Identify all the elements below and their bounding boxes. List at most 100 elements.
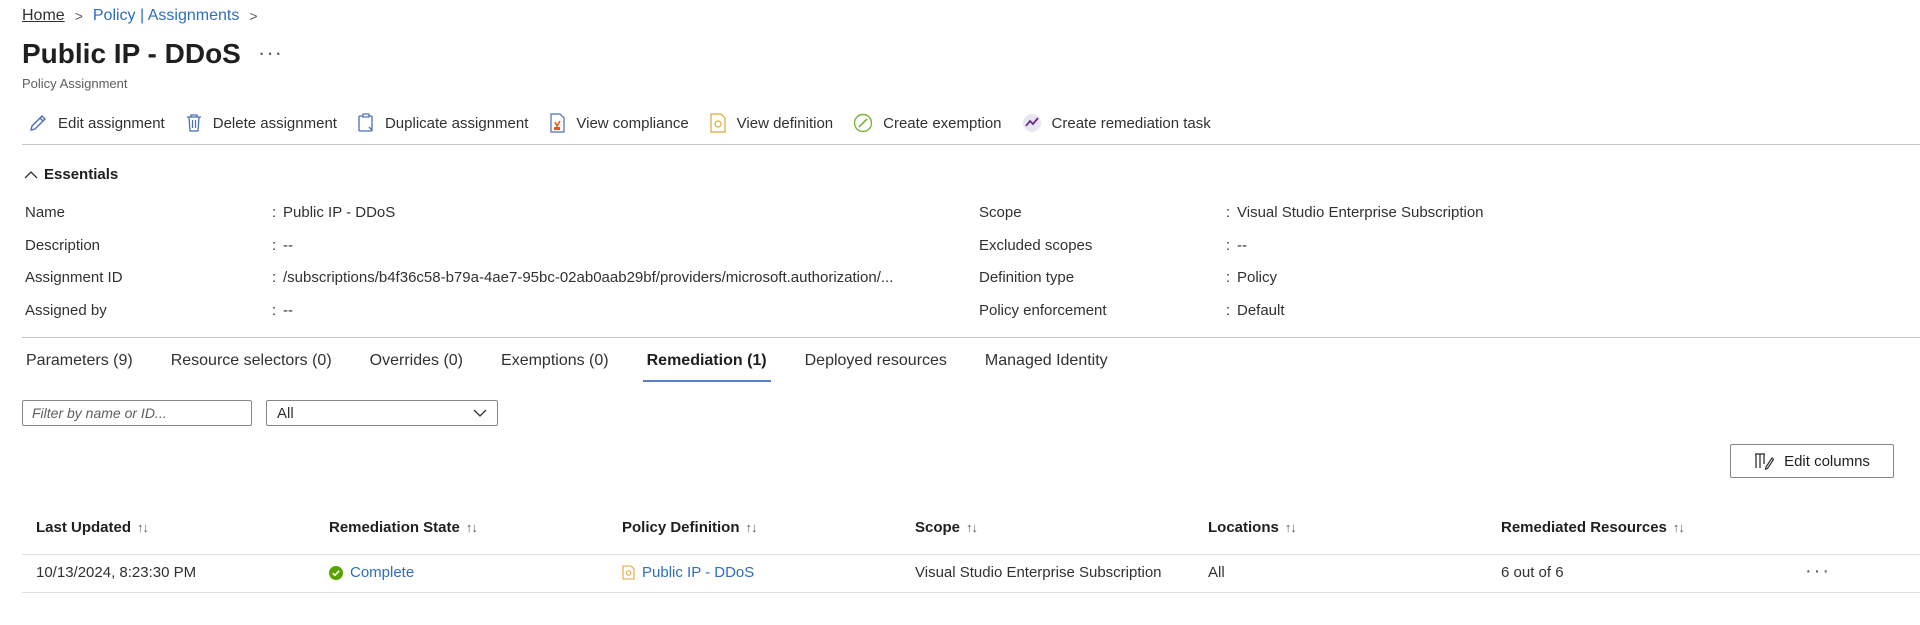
toolbar-divider bbox=[22, 144, 1920, 145]
essentials-colon: : bbox=[272, 237, 277, 254]
essentials-value-assignment-id: /subscriptions/b4f36c58-b79a-4ae7-95bc-0… bbox=[283, 269, 894, 286]
essentials-colon: : bbox=[1226, 269, 1231, 286]
tab-exemptions[interactable]: Exemptions (0) bbox=[501, 352, 609, 382]
create-remediation-task-button[interactable]: Create remediation task bbox=[1022, 113, 1211, 133]
view-compliance-button[interactable]: View compliance bbox=[548, 113, 689, 133]
essentials-divider bbox=[22, 337, 1920, 338]
essentials-colon: : bbox=[1226, 302, 1231, 319]
edit-columns-label: Edit columns bbox=[1784, 452, 1870, 470]
create-exemption-label: Create exemption bbox=[883, 114, 1002, 132]
essentials-title: Essentials bbox=[44, 166, 119, 183]
column-header-locations[interactable]: Locations ↑↓ bbox=[1208, 519, 1297, 536]
column-header-label: Last Updated bbox=[36, 519, 132, 536]
cell-locations: All bbox=[1208, 564, 1225, 581]
sort-icon: ↑↓ bbox=[745, 520, 758, 535]
more-actions-icon[interactable]: ··· bbox=[258, 40, 283, 66]
essentials-value-scope: Visual Studio Enterprise Subscription bbox=[1237, 204, 1484, 221]
pencil-icon bbox=[30, 115, 46, 131]
remediation-state-link[interactable]: Complete bbox=[350, 564, 414, 581]
tab-resource-selectors[interactable]: Resource selectors (0) bbox=[171, 352, 332, 382]
tab-bar: Parameters (9) Resource selectors (0) Ov… bbox=[26, 352, 1146, 382]
view-definition-button[interactable]: View definition bbox=[709, 113, 833, 133]
sort-icon: ↑↓ bbox=[137, 520, 149, 535]
cell-remediation-state: Complete bbox=[329, 564, 414, 581]
column-header-remediated-resources[interactable]: Remediated Resources ↑↓ bbox=[1501, 519, 1685, 536]
cell-policy-definition: Public IP - DDoS bbox=[622, 564, 754, 581]
column-header-last-updated[interactable]: Last Updated ↑↓ bbox=[36, 519, 149, 536]
tab-deployed-resources[interactable]: Deployed resources bbox=[805, 352, 947, 382]
sort-icon: ↑↓ bbox=[966, 520, 978, 535]
success-check-icon bbox=[329, 565, 343, 580]
essentials-value-policy-enforcement: Default bbox=[1237, 302, 1285, 319]
sort-icon: ↑↓ bbox=[465, 520, 478, 535]
edit-columns-button[interactable]: Edit columns bbox=[1730, 444, 1894, 478]
table-row-divider bbox=[22, 592, 1920, 593]
essentials-colon: : bbox=[1226, 237, 1231, 254]
tab-overrides[interactable]: Overrides (0) bbox=[370, 352, 463, 382]
edit-assignment-button[interactable]: Edit assignment bbox=[28, 113, 165, 133]
state-filter-select[interactable]: All bbox=[266, 400, 498, 426]
duplicate-assignment-label: Duplicate assignment bbox=[384, 114, 529, 132]
cell-scope: Visual Studio Enterprise Subscription bbox=[915, 564, 1162, 581]
essentials-colon: : bbox=[272, 204, 277, 221]
column-header-label: Policy Definition bbox=[622, 519, 740, 536]
delete-assignment-label: Delete assignment bbox=[212, 114, 337, 132]
breadcrumb-separator-icon: > bbox=[249, 8, 258, 24]
exemption-icon bbox=[853, 113, 873, 133]
state-filter-value: All bbox=[277, 404, 294, 422]
view-definition-label: View definition bbox=[736, 114, 834, 132]
essentials-value-definition-type: Policy bbox=[1237, 269, 1278, 286]
column-header-policy-definition[interactable]: Policy Definition ↑↓ bbox=[622, 519, 758, 536]
chevron-up-icon bbox=[24, 170, 38, 178]
essentials-label-policy-enforcement: Policy enforcement bbox=[979, 302, 1107, 319]
edit-columns-icon bbox=[1755, 453, 1775, 470]
policy-definition-icon bbox=[622, 565, 635, 580]
column-header-label: Locations bbox=[1208, 519, 1279, 536]
essentials-colon: : bbox=[272, 302, 277, 319]
command-bar: Edit assignment Delete assignment Duplic… bbox=[28, 113, 1231, 133]
trash-icon bbox=[186, 114, 201, 132]
essentials-label-definition-type: Definition type bbox=[979, 269, 1075, 286]
essentials-label-name: Name bbox=[25, 204, 66, 221]
essentials-value-assigned-by: -- bbox=[283, 302, 293, 319]
tab-managed-identity[interactable]: Managed Identity bbox=[985, 352, 1108, 382]
create-remediation-task-label: Create remediation task bbox=[1051, 114, 1211, 132]
column-header-label: Remediation State bbox=[329, 519, 460, 536]
essentials-value-description: -- bbox=[283, 237, 293, 254]
column-header-label: Scope bbox=[915, 519, 961, 536]
essentials-toggle[interactable]: Essentials bbox=[24, 166, 118, 183]
essentials-label-scope: Scope bbox=[979, 204, 1022, 221]
tab-parameters[interactable]: Parameters (9) bbox=[26, 352, 133, 382]
essentials-label-assigned-by: Assigned by bbox=[25, 302, 107, 319]
row-more-actions-icon[interactable]: ··· bbox=[1805, 560, 1831, 583]
cell-remediated-resources: 6 out of 6 bbox=[1501, 564, 1564, 581]
duplicate-assignment-button[interactable]: Duplicate assignment bbox=[357, 113, 528, 133]
essentials-label-assignment-id: Assignment ID bbox=[25, 269, 123, 286]
table-header-divider bbox=[22, 554, 1920, 555]
sort-icon: ↑↓ bbox=[1284, 520, 1297, 535]
essentials-value-excluded-scopes: -- bbox=[1237, 237, 1247, 254]
breadcrumb-separator-icon: > bbox=[74, 8, 83, 24]
create-exemption-button[interactable]: Create exemption bbox=[853, 113, 1002, 133]
essentials-colon: : bbox=[1226, 204, 1231, 221]
chevron-down-icon bbox=[473, 409, 487, 417]
essentials-label-excluded-scopes: Excluded scopes bbox=[979, 237, 1093, 254]
breadcrumb-policy-assignments-link[interactable]: Policy | Assignments bbox=[93, 7, 239, 25]
essentials-label-description: Description bbox=[25, 237, 101, 254]
column-header-remediation-state[interactable]: Remediation State ↑↓ bbox=[329, 519, 478, 536]
page-subtitle: Policy Assignment bbox=[22, 76, 128, 91]
filter-input[interactable] bbox=[22, 400, 252, 426]
essentials-colon: : bbox=[272, 269, 277, 286]
page-title: Public IP - DDoS bbox=[22, 38, 241, 69]
essentials-value-name: Public IP - DDoS bbox=[283, 204, 396, 221]
definition-icon bbox=[710, 113, 726, 133]
policy-definition-link[interactable]: Public IP - DDoS bbox=[642, 564, 754, 581]
delete-assignment-button[interactable]: Delete assignment bbox=[185, 113, 337, 133]
breadcrumb-home-link[interactable]: Home bbox=[22, 7, 65, 25]
view-compliance-label: View compliance bbox=[576, 114, 689, 132]
tab-remediation[interactable]: Remediation (1) bbox=[642, 352, 771, 382]
edit-assignment-label: Edit assignment bbox=[58, 114, 165, 132]
column-header-scope[interactable]: Scope ↑↓ bbox=[915, 519, 978, 536]
sort-icon: ↑↓ bbox=[1672, 520, 1685, 535]
breadcrumb: Home > Policy | Assignments > bbox=[22, 7, 268, 25]
